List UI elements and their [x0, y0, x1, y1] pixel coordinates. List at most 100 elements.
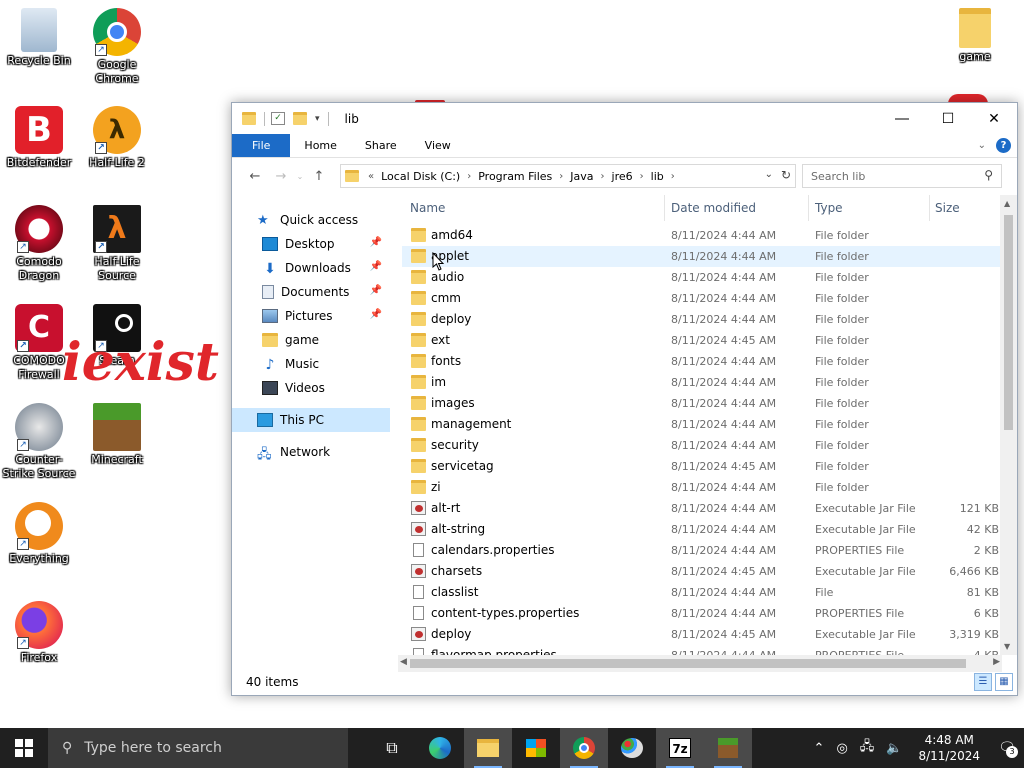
vertical-scrollbar[interactable]: ▲ ▼	[1000, 195, 1017, 655]
nav-item-music[interactable]: ♪ Music	[232, 352, 390, 376]
up-button[interactable]: ↑	[306, 164, 332, 188]
nav-item-documents[interactable]: Documents 📌	[232, 280, 390, 304]
table-row[interactable]: calendars.properties 8/11/2024 4:44 AM PRO…	[402, 540, 1002, 561]
address-overflow[interactable]: «	[368, 171, 374, 182]
column-header-date-modified[interactable]: Date modified	[671, 201, 756, 215]
chevron-right-icon[interactable]: ›	[601, 171, 605, 182]
details-view-icon[interactable]: ☰	[974, 673, 992, 691]
nav-item-desktop[interactable]: Desktop 📌	[232, 232, 390, 256]
desktop-icon-recycle-bin[interactable]: Recycle Bin	[1, 8, 77, 68]
breadcrumb-java[interactable]: Java	[570, 170, 593, 183]
breadcrumb-lib[interactable]: lib	[651, 170, 664, 183]
new-folder-icon[interactable]	[293, 112, 307, 125]
large-icons-view-icon[interactable]: ▦	[995, 673, 1013, 691]
paint-icon[interactable]	[608, 728, 656, 768]
desktop-icon-comodo-dragon[interactable]: ↗ Comodo Dragon	[1, 205, 77, 283]
chevron-right-icon[interactable]: ›	[467, 171, 471, 182]
column-divider[interactable]	[929, 195, 930, 221]
table-row[interactable]: zi 8/11/2024 4:44 AM File folder	[402, 477, 1002, 498]
desktop-icon-counter-strike-source[interactable]: ↗ Counter-Strike Source	[1, 403, 77, 481]
pin-icon[interactable]: 📌	[370, 285, 382, 296]
table-row[interactable]: applet 8/11/2024 4:44 AM File folder	[402, 246, 1002, 267]
desktop-icon-half-life-source[interactable]: λ ↗ Half-Life Source	[79, 205, 155, 283]
scrollbar-thumb[interactable]	[1004, 215, 1013, 430]
table-row[interactable]: deploy 8/11/2024 4:44 AM File folder	[402, 309, 1002, 330]
tab-home[interactable]: Home	[290, 134, 350, 157]
desktop-icon-chrome[interactable]: ↗ Google Chrome	[79, 8, 155, 86]
nav-item-pictures[interactable]: Pictures 📌	[232, 304, 390, 328]
table-row[interactable]: im 8/11/2024 4:44 AM File folder	[402, 372, 1002, 393]
column-divider[interactable]	[808, 195, 809, 221]
minimize-button[interactable]: ―	[879, 103, 925, 134]
pin-icon[interactable]: 📌	[370, 309, 382, 320]
file-explorer-icon[interactable]	[464, 728, 512, 768]
7zip-icon[interactable]: 7z	[656, 728, 704, 768]
search-box[interactable]: Search lib ⚲	[802, 164, 1002, 188]
table-row[interactable]: flavormap.properties8/11/2024 4:44 AMPRO…	[402, 645, 1002, 655]
table-row[interactable]: cmm 8/11/2024 4:44 AM File folder	[402, 288, 1002, 309]
volume-icon[interactable]: 🔈	[880, 741, 908, 756]
table-row[interactable]: ext 8/11/2024 4:45 AM File folder	[402, 330, 1002, 351]
properties-icon[interactable]: ✓	[271, 112, 285, 125]
breadcrumb-program-files[interactable]: Program Files	[478, 170, 552, 183]
table-row[interactable]: management 8/11/2024 4:44 AM File folder	[402, 414, 1002, 435]
desktop-icon-game-folder[interactable]: game	[937, 8, 1013, 64]
scrollbar-thumb[interactable]	[410, 659, 966, 668]
close-button[interactable]: ✕	[971, 103, 1017, 134]
notifications-icon[interactable]: 🗨3	[990, 740, 1024, 758]
pin-icon[interactable]: 📌	[370, 237, 382, 248]
clock[interactable]: 4:48 AM 8/11/2024	[908, 732, 990, 764]
title-bar[interactable]: ✓ ▾ lib ― ☐ ✕	[232, 103, 1017, 134]
recent-locations-icon[interactable]: ⌄	[294, 164, 306, 188]
address-dropdown-icon[interactable]: ⌄	[765, 169, 773, 180]
table-row[interactable]: alt-rt 8/11/2024 4:44 AM Executable Jar Fi…	[402, 498, 1002, 519]
table-row[interactable]: alt-string 8/11/2024 4:44 AM Executable Ja…	[402, 519, 1002, 540]
refresh-icon[interactable]: ↻	[781, 168, 791, 182]
table-row[interactable]: charsets 8/11/2024 4:45 AM Executable Jar …	[402, 561, 1002, 582]
nav-item-network[interactable]: 🖧 Network	[232, 440, 390, 464]
table-row[interactable]: classlist 8/11/2024 4:44 AM File 81 KB	[402, 582, 1002, 603]
table-row[interactable]: security 8/11/2024 4:44 AM File folder	[402, 435, 1002, 456]
desktop-icon-half-life-2[interactable]: λ ↗ Half-Life 2	[79, 106, 155, 170]
task-view-icon[interactable]: ⧉	[368, 728, 416, 768]
column-divider[interactable]	[664, 195, 665, 221]
help-icon[interactable]: ?	[996, 138, 1011, 153]
column-header-type[interactable]: Type	[815, 201, 843, 215]
scroll-left-icon[interactable]: ◀	[400, 657, 407, 667]
network-icon[interactable]: 🖧	[854, 737, 881, 759]
table-row[interactable]: fonts 8/11/2024 4:44 AM File folder	[402, 351, 1002, 372]
chrome-icon[interactable]	[560, 728, 608, 768]
forward-button[interactable]: →	[268, 164, 294, 188]
table-row[interactable]: servicetag 8/11/2024 4:45 AM File folder	[402, 456, 1002, 477]
pin-icon[interactable]: 📌	[370, 261, 382, 272]
webcam-icon[interactable]: ◎	[830, 741, 853, 756]
chevron-right-icon[interactable]: ›	[559, 171, 563, 182]
address-bar[interactable]: « Local Disk (C:) › Program Files › Java…	[340, 164, 796, 188]
column-header-name[interactable]: Name	[410, 201, 445, 215]
quick-access-toolbar-dropdown-icon[interactable]: ▾	[315, 114, 320, 124]
maximize-button[interactable]: ☐	[925, 103, 971, 134]
nav-item-game[interactable]: game	[232, 328, 390, 352]
table-row[interactable]: images 8/11/2024 4:44 AM File folder	[402, 393, 1002, 414]
column-header-size[interactable]: Size	[935, 201, 960, 215]
scroll-up-icon[interactable]: ▲	[1004, 199, 1010, 208]
chevron-right-icon[interactable]: ›	[671, 171, 675, 182]
desktop-icon-everything[interactable]: ↗ Everything	[1, 502, 77, 566]
taskbar-search-box[interactable]: ⚲ Type here to search	[48, 728, 348, 768]
scroll-down-icon[interactable]: ▼	[1004, 642, 1010, 651]
tab-share[interactable]: Share	[351, 134, 411, 157]
expand-ribbon-icon[interactable]: ⌄	[978, 140, 986, 151]
chevron-up-icon[interactable]: ⌃	[808, 741, 831, 756]
start-button[interactable]	[0, 728, 48, 768]
edge-icon[interactable]	[416, 728, 464, 768]
desktop-icon-minecraft[interactable]: Minecraft	[79, 403, 155, 467]
nav-item-videos[interactable]: Videos	[232, 376, 390, 400]
table-row[interactable]: content-types.properties 8/11/2024 4:44 A…	[402, 603, 1002, 624]
nav-item-quick-access[interactable]: ★ Quick access	[232, 208, 390, 232]
back-button[interactable]: ←	[242, 164, 268, 188]
desktop-icon-firefox[interactable]: ↗ Firefox	[1, 601, 77, 665]
nav-item-downloads[interactable]: ⬇ Downloads 📌	[232, 256, 390, 280]
chevron-right-icon[interactable]: ›	[640, 171, 644, 182]
tab-file[interactable]: File	[232, 134, 291, 157]
minecraft-icon[interactable]	[704, 728, 752, 768]
